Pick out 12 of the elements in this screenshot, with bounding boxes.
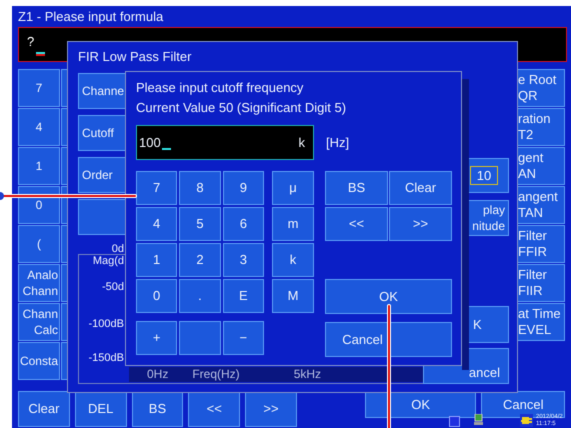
axis-label: -50d bbox=[102, 280, 124, 295]
dialog-title: FIR Low Pass Filter bbox=[78, 48, 192, 66]
prompt-text: Please input cutoff frequency bbox=[136, 79, 304, 97]
axis-label: -150dB bbox=[88, 351, 124, 366]
axis-label: -100dB bbox=[88, 316, 124, 332]
axis-label: 5kHz bbox=[294, 367, 322, 382]
unit-label: [Hz] bbox=[326, 134, 350, 152]
current-value-text: Current Value 50 (Significant Digit 5) bbox=[136, 99, 348, 117]
axis-label: Freq(Hz) bbox=[192, 367, 240, 382]
axis-label: 0d Mag(d bbox=[92, 243, 124, 267]
window-title: Z1 - Please input formula bbox=[18, 8, 164, 26]
axis-label: 0Hz bbox=[147, 367, 168, 382]
